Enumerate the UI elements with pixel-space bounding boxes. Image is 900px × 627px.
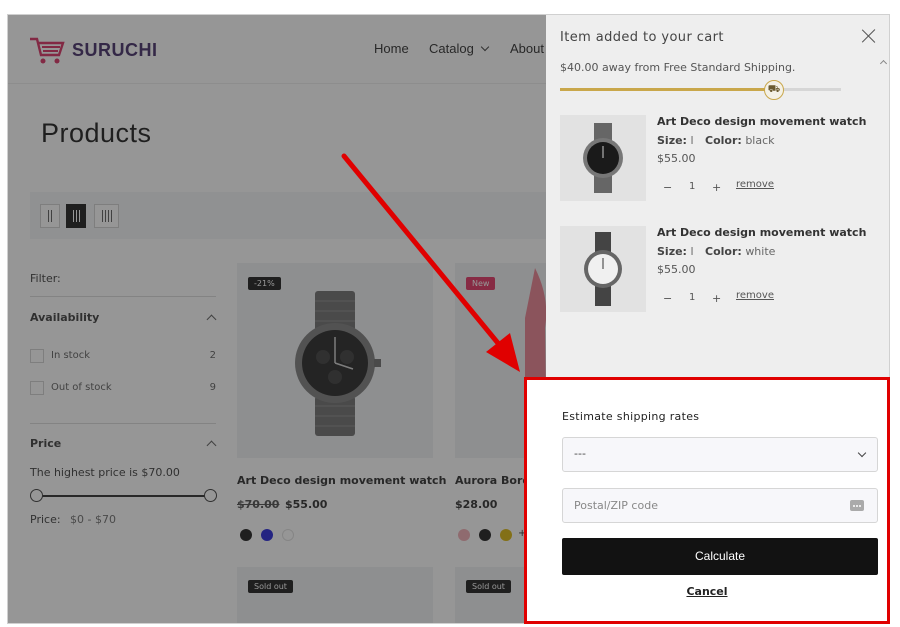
- zip-code-field[interactable]: [562, 488, 878, 523]
- color-label: Color:: [705, 134, 742, 147]
- cart-item-options: Size: l Color: black: [657, 134, 775, 147]
- cart-item-name[interactable]: Art Deco design movement watch: [657, 115, 866, 128]
- watch-thumbnail: [584, 232, 622, 306]
- remove-button[interactable]: remove: [736, 179, 774, 190]
- cart-item-price: $55.00: [657, 152, 696, 165]
- shipping-progress-bar: [560, 88, 841, 91]
- qty-value[interactable]: 1: [689, 181, 695, 192]
- qty-decrease-button[interactable]: −: [663, 292, 672, 305]
- cart-item-options: Size: l Color: white: [657, 245, 775, 258]
- size-value: l: [690, 245, 694, 258]
- cart-drawer-title: Item added to your cart: [560, 30, 724, 45]
- cart-item-image[interactable]: [560, 115, 646, 201]
- color-value: black: [745, 134, 775, 147]
- calculate-button[interactable]: Calculate: [562, 538, 878, 575]
- cancel-button[interactable]: Cancel: [527, 585, 887, 598]
- qty-increase-button[interactable]: +: [712, 292, 721, 305]
- shipping-estimator-panel: Estimate shipping rates --- Calculate Ca…: [524, 377, 890, 624]
- close-icon[interactable]: [862, 29, 876, 43]
- truck-icon: ⛟: [764, 80, 784, 100]
- shipping-estimator-heading: Estimate shipping rates: [562, 410, 700, 423]
- chevron-down-icon: [857, 448, 867, 458]
- zip-code-input[interactable]: [563, 489, 843, 522]
- cart-item: Art Deco design movement watch Size: l C…: [560, 226, 880, 314]
- cart-item-price: $55.00: [657, 263, 696, 276]
- country-select-value: ---: [574, 447, 586, 460]
- cart-item-image[interactable]: [560, 226, 646, 312]
- size-label: Size:: [657, 245, 687, 258]
- cart-item-name[interactable]: Art Deco design movement watch: [657, 226, 866, 239]
- qty-value[interactable]: 1: [689, 292, 695, 303]
- cart-item: Art Deco design movement watch Size: l C…: [560, 115, 880, 203]
- free-shipping-message: $40.00 away from Free Standard Shipping.: [560, 61, 796, 74]
- qty-decrease-button[interactable]: −: [663, 181, 672, 194]
- watch-thumbnail: [583, 123, 623, 193]
- remove-button[interactable]: remove: [736, 290, 774, 301]
- color-label: Color:: [705, 245, 742, 258]
- scroll-up-icon[interactable]: [879, 59, 888, 68]
- size-label: Size:: [657, 134, 687, 147]
- country-select[interactable]: ---: [562, 437, 878, 472]
- size-value: l: [690, 134, 694, 147]
- qty-increase-button[interactable]: +: [712, 181, 721, 194]
- shipping-progress-fill: [560, 88, 774, 91]
- autofill-icon[interactable]: [850, 500, 864, 511]
- color-value: white: [745, 245, 776, 258]
